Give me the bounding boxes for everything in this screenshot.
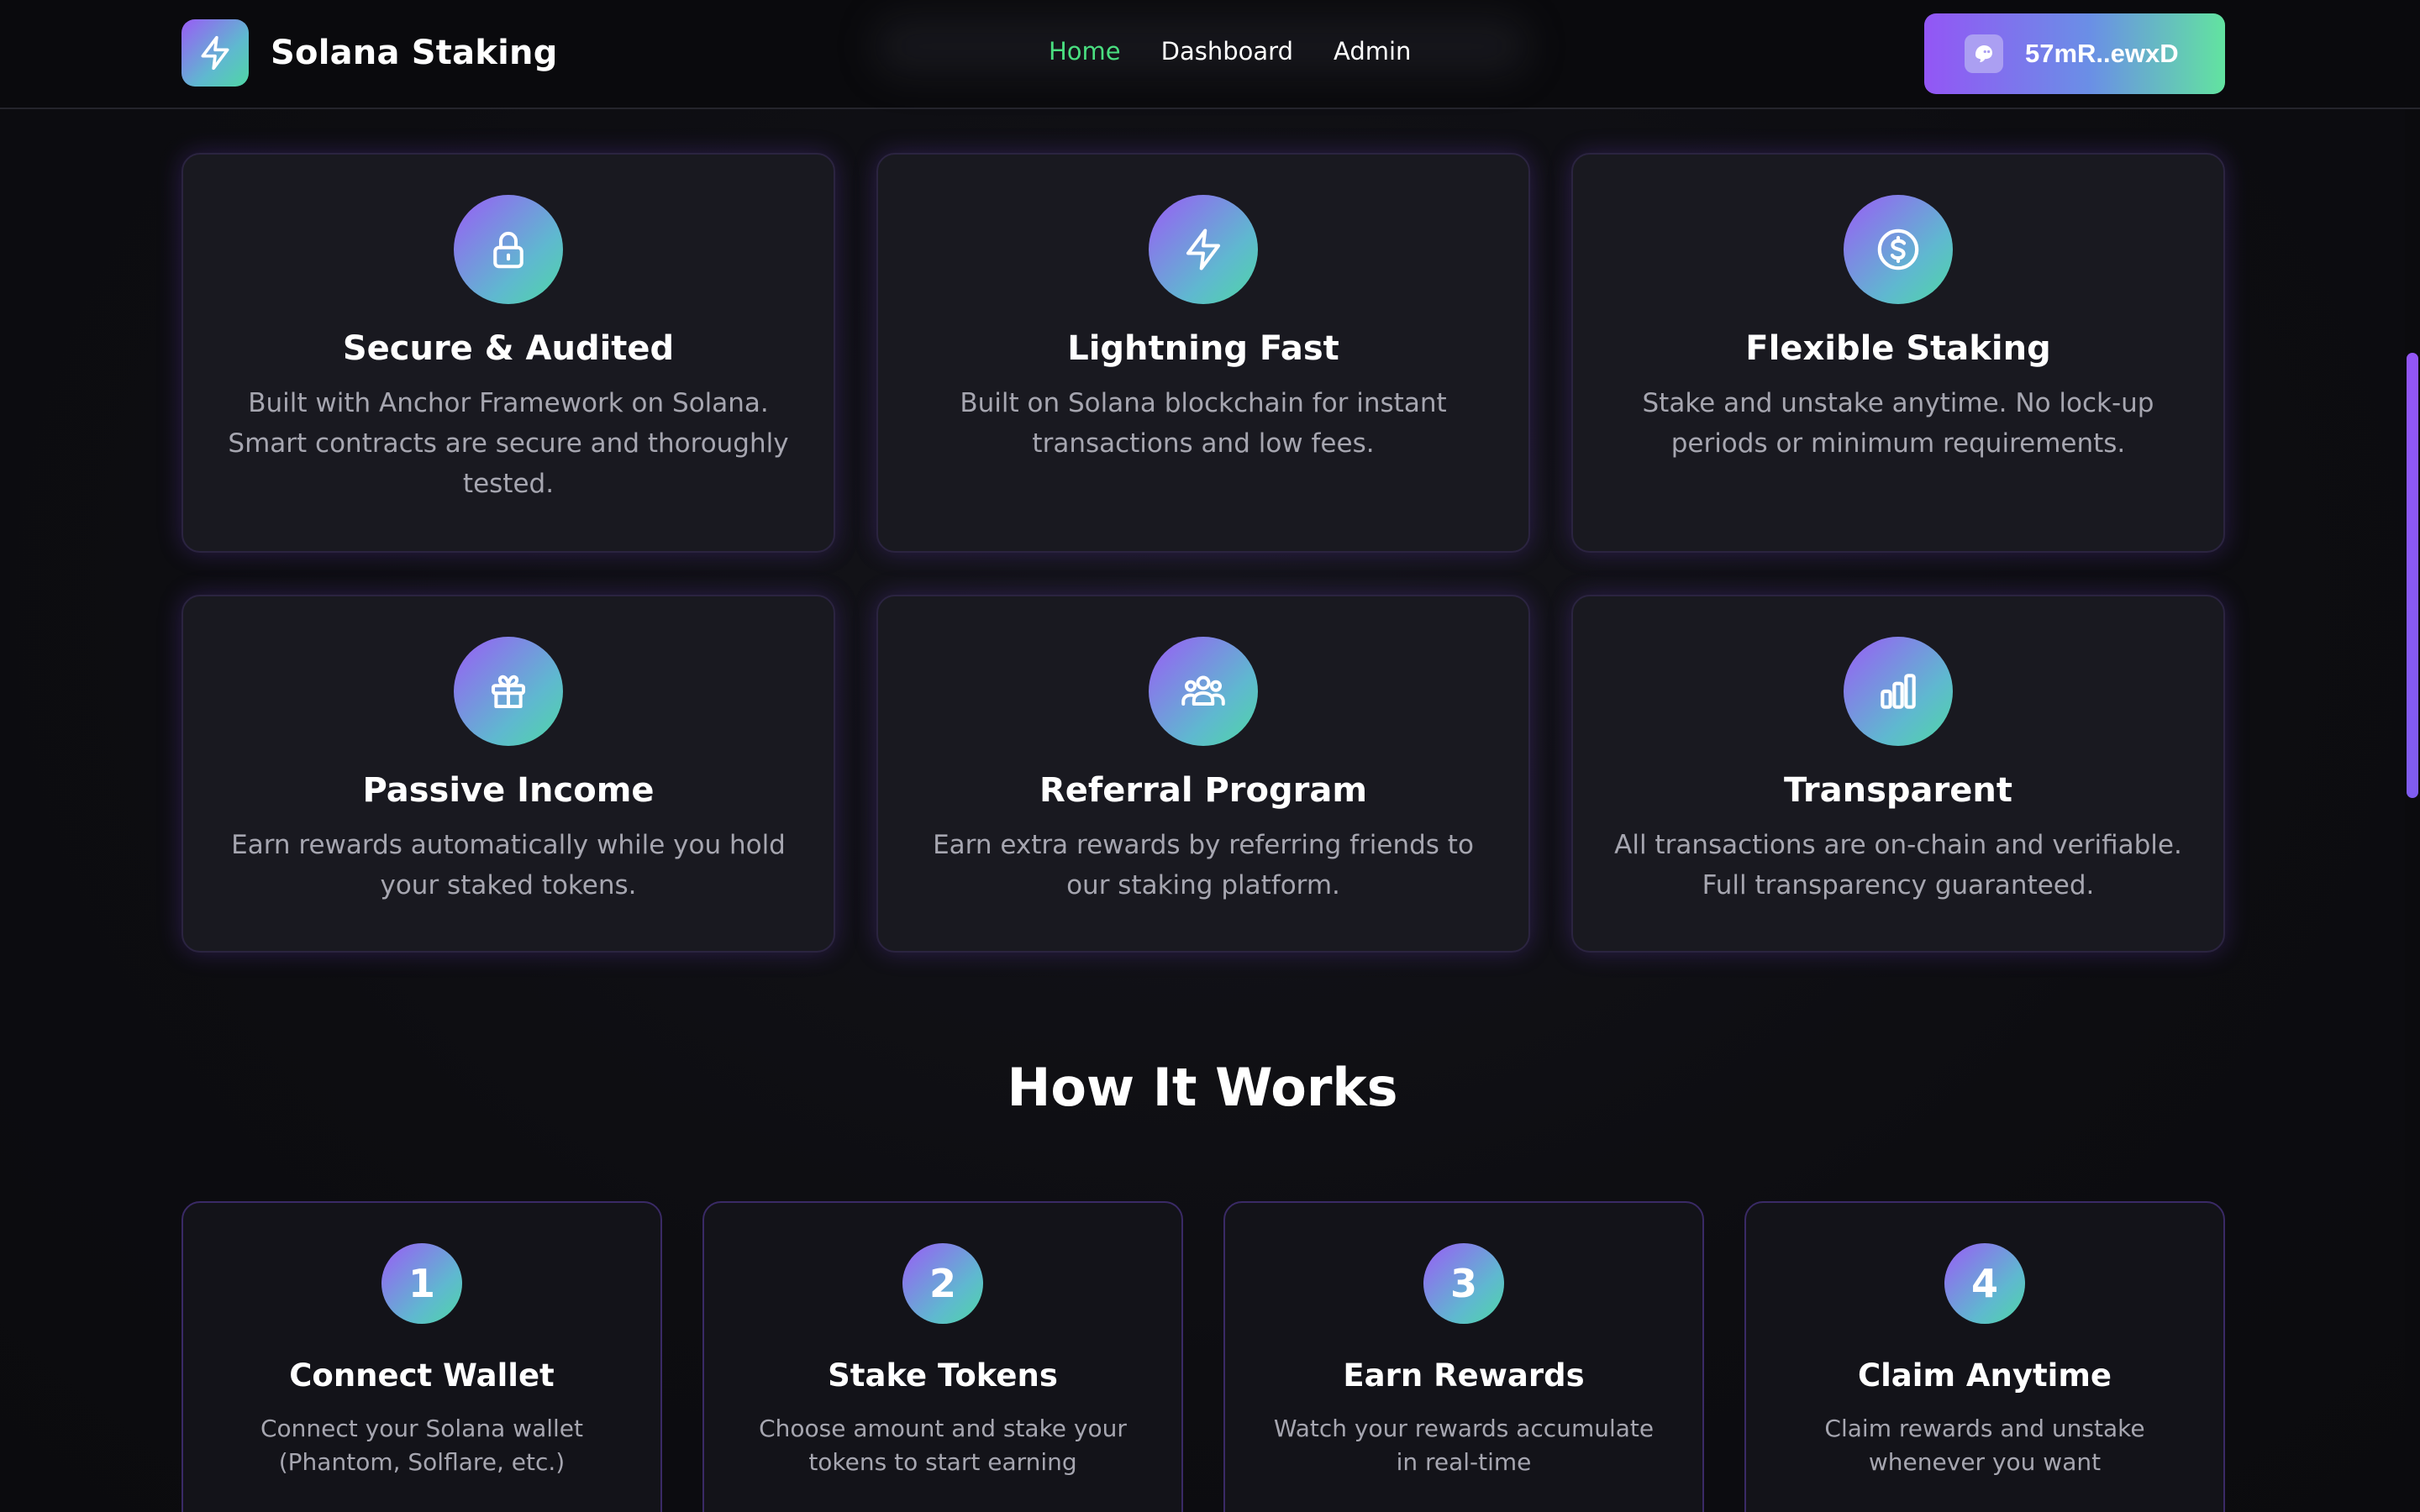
top-navbar: Solana Staking Home Dashboard Admin 57mR… — [0, 0, 2420, 109]
step-number: 3 — [1423, 1243, 1504, 1324]
page: Solana Staking Home Dashboard Admin 57mR… — [0, 0, 2420, 1512]
scrollbar-thumb[interactable] — [2407, 353, 2418, 798]
steps-row: 1 Connect Wallet Connect your Solana wal… — [182, 1201, 2225, 1512]
bar-chart-icon — [1844, 637, 1953, 746]
nav-dashboard[interactable]: Dashboard — [1161, 37, 1293, 66]
step-title: Claim Anytime — [1857, 1357, 2112, 1394]
lightning-icon — [1149, 195, 1258, 304]
feature-description: Earn rewards automatically while you hol… — [231, 830, 786, 900]
feature-description: All transactions are on-chain and verifi… — [1614, 830, 2182, 900]
features-grid: Secure & Audited Built with Anchor Frame… — [182, 153, 2225, 953]
dollar-circle-icon — [1844, 195, 1953, 304]
step-card: 1 Connect Wallet Connect your Solana wal… — [182, 1201, 662, 1512]
feature-card: Lightning Fast Built on Solana blockchai… — [876, 153, 1530, 553]
feature-card: Secure & Audited Built with Anchor Frame… — [182, 153, 835, 553]
nav-admin[interactable]: Admin — [1334, 37, 1411, 66]
step-title: Connect Wallet — [289, 1357, 555, 1394]
feature-title: Passive Income — [362, 771, 655, 810]
feature-title: Lightning Fast — [1067, 329, 1339, 368]
feature-title: Flexible Staking — [1745, 329, 2051, 368]
brand-name: Solana Staking — [271, 34, 558, 72]
step-description: Connect your Solana wallet (Phantom, Sol… — [260, 1415, 583, 1476]
step-title: Stake Tokens — [828, 1357, 1058, 1394]
nav-home[interactable]: Home — [1049, 37, 1121, 66]
gift-icon — [454, 637, 563, 746]
lock-icon — [454, 195, 563, 304]
feature-description: Built on Solana blockchain for instant t… — [960, 388, 1447, 459]
feature-description: Built with Anchor Framework on Solana. S… — [228, 388, 789, 499]
feature-card: Flexible Staking Stake and unstake anyti… — [1571, 153, 2225, 553]
how-it-works-title: How It Works — [1007, 1057, 1398, 1118]
lightning-icon — [182, 19, 249, 87]
feature-description: Earn extra rewards by referring friends … — [933, 830, 1474, 900]
main-nav: Home Dashboard Admin — [1049, 37, 1411, 66]
step-description: Choose amount and stake your tokens to s… — [759, 1415, 1127, 1476]
step-card: 2 Stake Tokens Choose amount and stake y… — [702, 1201, 1183, 1512]
feature-description: Stake and unstake anytime. No lock-up pe… — [1642, 388, 2154, 459]
wallet-button[interactable]: 57mR..ewxD — [1924, 13, 2225, 94]
step-description: Watch your rewards accumulate in real-ti… — [1273, 1415, 1655, 1476]
step-number: 4 — [1944, 1243, 2025, 1324]
feature-card: Referral Program Earn extra rewards by r… — [876, 595, 1530, 953]
step-number: 2 — [902, 1243, 983, 1324]
users-icon — [1149, 637, 1258, 746]
feature-card: Passive Income Earn rewards automaticall… — [182, 595, 835, 953]
phantom-ghost-icon — [1965, 34, 2003, 73]
feature-card: Transparent All transactions are on-chai… — [1571, 595, 2225, 953]
step-title: Earn Rewards — [1343, 1357, 1585, 1394]
step-description: Claim rewards and unstake whenever you w… — [1824, 1415, 2145, 1476]
step-card: 3 Earn Rewards Watch your rewards accumu… — [1223, 1201, 1704, 1512]
step-card: 4 Claim Anytime Claim rewards and unstak… — [1744, 1201, 2225, 1512]
feature-title: Referral Program — [1039, 771, 1368, 810]
wallet-address: 57mR..ewxD — [2025, 39, 2179, 68]
brand[interactable]: Solana Staking — [182, 19, 558, 87]
feature-title: Secure & Audited — [342, 329, 675, 368]
feature-title: Transparent — [1784, 771, 2012, 810]
step-number: 1 — [381, 1243, 462, 1324]
